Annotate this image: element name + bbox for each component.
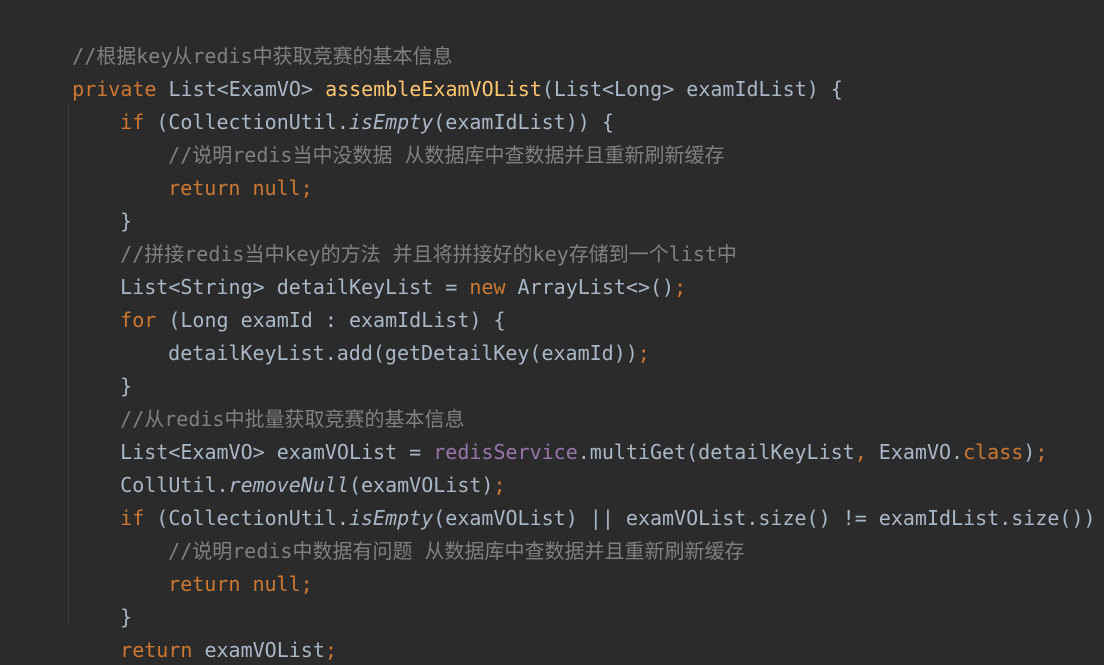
semicolon: ; (300, 176, 313, 200)
code-text: examVOList (192, 638, 325, 662)
indent-guide (68, 305, 69, 337)
code-line-14[interactable]: CollUtil.removeNull(examVOList); (72, 436, 505, 497)
keyword: return null (168, 176, 301, 200)
code-text: .multiGet(detailKeyList (577, 440, 855, 464)
indent-guide (68, 503, 69, 567)
code-line-8[interactable]: List<String> detailKeyList = new ArrayLi… (72, 238, 686, 299)
code-line-15[interactable]: if (CollectionUtil.isEmpty(examVOList) |… (72, 469, 1104, 530)
code-line-4[interactable]: //说明redis当中没数据 从数据库中查数据并且重新刷新缓存 (120, 106, 724, 167)
keyword: return (120, 638, 193, 662)
code-editor[interactable]: //根据key从redis中获取竞赛的基本信息 private List<Exa… (0, 0, 1104, 665)
semicolon: ; (1035, 440, 1048, 464)
code-line-18[interactable]: } (72, 568, 132, 629)
semicolon: ; (300, 572, 313, 596)
code-line-17[interactable]: return null; (120, 535, 313, 596)
code-line-6[interactable]: } (72, 172, 132, 233)
code-line-9[interactable]: for (Long examId : examIdList) { (72, 271, 505, 332)
code-line-12[interactable]: //从redis中批量获取竞赛的基本信息 (72, 370, 464, 431)
code-text: ) (1023, 440, 1036, 464)
semicolon: ; (637, 341, 650, 365)
code-text: ArrayList<>() (505, 275, 675, 299)
code-line-11[interactable]: } (72, 337, 132, 398)
code-text: ExamVO. (866, 440, 964, 464)
code-text: detailKeyList.add(getDetailKey(examId)) (168, 341, 638, 365)
code-line-5[interactable]: return null; (120, 139, 313, 200)
code-line-3[interactable]: if (CollectionUtil.isEmpty(examIdList)) … (72, 73, 614, 134)
comma: , (854, 440, 867, 464)
semicolon: ; (324, 638, 337, 662)
code-line-1[interactable]: //根据key从redis中获取竞赛的基本信息 (24, 7, 452, 68)
code-line-7[interactable]: //拼接redis当中key的方法 并且将拼接好的key存储到一个list中 (72, 205, 737, 266)
keyword: class (963, 440, 1024, 464)
code-line-2[interactable]: private List<ExamVO> assembleExamVOList(… (24, 40, 843, 101)
indent-guide (68, 107, 69, 171)
code-line-13[interactable]: List<ExamVO> examVOList = redisService.m… (72, 403, 1047, 464)
code-line-19[interactable]: return examVOList; (72, 601, 337, 662)
code-line-20[interactable]: } (24, 634, 84, 665)
code-line-16[interactable]: //说明redis中数据有问题 从数据库中查数据并且重新刷新缓存 (120, 502, 744, 563)
code-line-10[interactable]: detailKeyList.add(getDetailKey(examId)); (120, 304, 650, 365)
keyword: return null (168, 572, 301, 596)
semicolon: ; (674, 275, 687, 299)
